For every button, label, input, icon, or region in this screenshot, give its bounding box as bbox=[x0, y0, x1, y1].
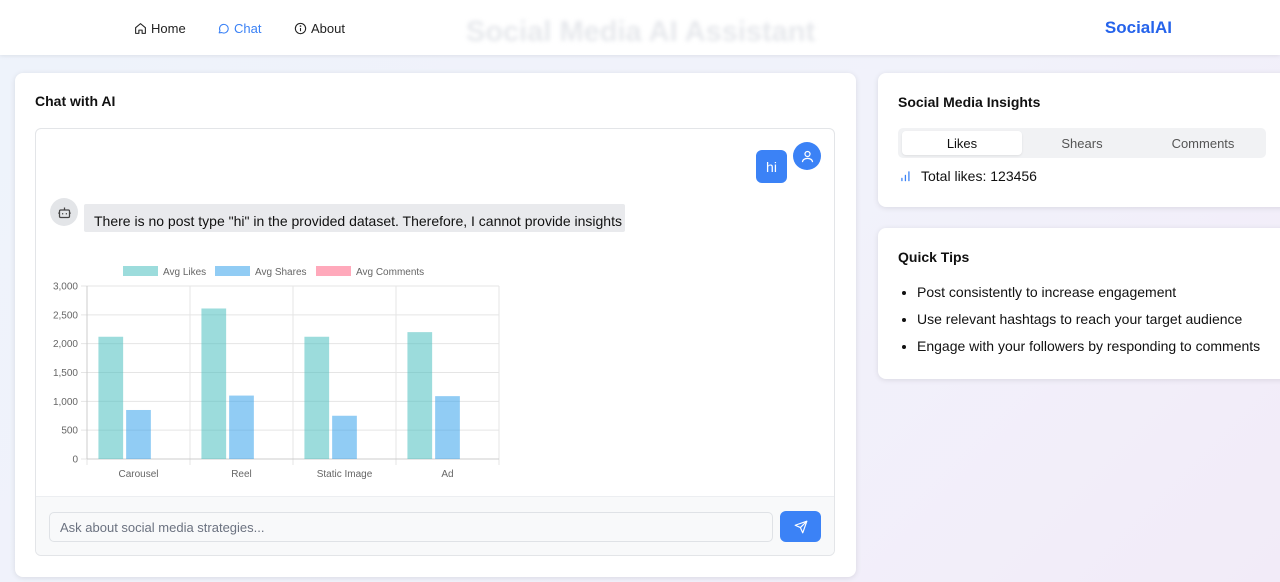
info-icon bbox=[294, 22, 307, 35]
tip-item: Engage with your followers by responding… bbox=[917, 339, 1280, 354]
bar bbox=[304, 336, 330, 459]
bar-chart-icon bbox=[901, 171, 910, 182]
tip-item: Post consistently to increase engagement bbox=[917, 285, 1280, 300]
tab-likes[interactable]: Likes bbox=[902, 131, 1022, 155]
page-title: Social Media AI Assistant bbox=[466, 16, 816, 48]
y-tick-label: 0 bbox=[72, 455, 78, 466]
x-tick-label: Ad bbox=[441, 469, 453, 480]
total-likes-row: Total likes: 123456 bbox=[899, 168, 1037, 184]
tip-item: Use relevant hashtags to reach your targ… bbox=[917, 312, 1280, 327]
y-tick-label: 3,000 bbox=[53, 282, 78, 293]
nav-home[interactable]: Home bbox=[134, 21, 186, 36]
insights-card: Social Media Insights Likes Shears Comme… bbox=[878, 73, 1280, 207]
bar bbox=[332, 415, 357, 459]
send-button[interactable] bbox=[780, 511, 821, 542]
total-likes-text: Total likes: 123456 bbox=[921, 168, 1037, 184]
bar bbox=[126, 409, 151, 459]
chat-title: Chat with AI bbox=[35, 93, 116, 109]
chat-card: Chat with AI hi There is no post type "h… bbox=[15, 73, 856, 577]
user-avatar bbox=[793, 142, 821, 170]
chat-input[interactable] bbox=[49, 512, 773, 542]
engagement-bar-chart: 0 500 1,000 1,500 2,000 2,500 3,000 Carousel Ree… bbox=[53, 266, 500, 480]
tab-comments[interactable]: Comments bbox=[1143, 131, 1263, 155]
tips-title: Quick Tips bbox=[898, 249, 970, 265]
user-icon bbox=[801, 150, 813, 162]
y-tick-label: 2,500 bbox=[53, 310, 78, 321]
legend-swatch bbox=[123, 266, 158, 276]
nav-about-label: About bbox=[311, 21, 345, 36]
nav-home-label: Home bbox=[151, 21, 186, 36]
robot-icon bbox=[57, 207, 71, 218]
y-tick-label: 2,000 bbox=[53, 339, 78, 350]
bar bbox=[435, 396, 460, 459]
brand-logo[interactable]: SocialAI bbox=[1105, 18, 1172, 38]
x-tick-label: Carousel bbox=[118, 469, 158, 480]
legend-swatch bbox=[316, 266, 351, 276]
bar bbox=[229, 395, 254, 459]
y-tick-label: 1,500 bbox=[53, 368, 78, 379]
top-navbar: Home Chat About Social Media AI Assistan… bbox=[0, 0, 1280, 55]
y-tick-label: 500 bbox=[61, 426, 78, 437]
bar bbox=[201, 308, 227, 459]
tips-card: Quick Tips Post consistently to increase… bbox=[878, 228, 1280, 379]
nav-chat[interactable]: Chat bbox=[217, 21, 261, 36]
bot-avatar bbox=[50, 198, 78, 226]
bar bbox=[98, 336, 124, 459]
bar bbox=[407, 332, 433, 459]
legend-label: Avg Likes bbox=[163, 267, 206, 278]
tips-list: Post consistently to increase engagement… bbox=[917, 285, 1280, 366]
send-icon bbox=[794, 520, 807, 533]
chat-input-bar bbox=[36, 496, 834, 555]
legend-label: Avg Comments bbox=[356, 267, 424, 278]
home-icon bbox=[135, 23, 146, 34]
x-tick-label: Static Image bbox=[317, 469, 373, 480]
insights-title: Social Media Insights bbox=[898, 94, 1041, 110]
insights-tabs: Likes Shears Comments bbox=[898, 128, 1266, 158]
chat-messages[interactable]: hi There is no post type "hi" in the pro… bbox=[35, 128, 835, 556]
tab-shears[interactable]: Shears bbox=[1022, 131, 1142, 155]
legend-swatch bbox=[215, 266, 250, 276]
nav-about[interactable]: About bbox=[294, 21, 345, 36]
user-message: hi bbox=[756, 150, 787, 183]
nav-chat-label: Chat bbox=[234, 21, 262, 36]
bot-message: There is no post type "hi" in the provid… bbox=[84, 204, 625, 232]
chat-bubble-icon bbox=[218, 23, 229, 34]
legend-label: Avg Shares bbox=[255, 267, 307, 278]
y-tick-label: 1,000 bbox=[53, 397, 78, 408]
x-tick-label: Reel bbox=[231, 469, 252, 480]
